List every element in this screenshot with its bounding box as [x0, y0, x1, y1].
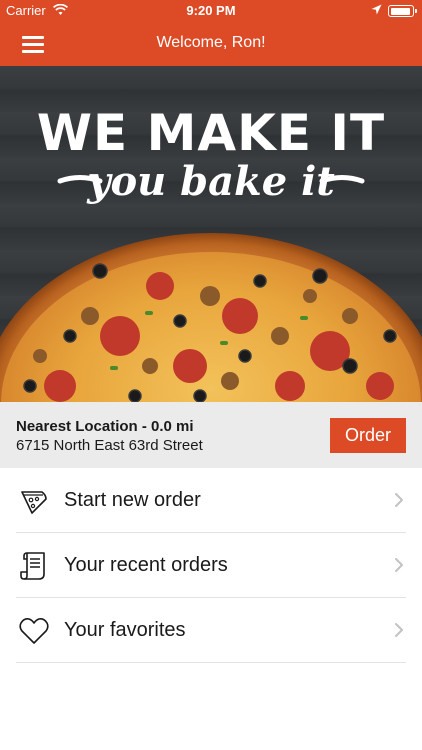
battery-icon: [388, 5, 417, 17]
nav-title: Welcome, Ron!: [156, 34, 266, 51]
pizza-slice-icon: [21, 491, 47, 514]
location-address: 6715 North East 63rd Street: [16, 437, 203, 454]
status-time: 9:20 PM: [186, 3, 236, 18]
nav-bar: Welcome, Ron!: [0, 22, 422, 66]
chevron-right-icon: [395, 493, 403, 507]
menu-item-label: Your recent orders: [64, 554, 228, 576]
nearest-location: Nearest Location - 0.0 mi 6715 North Eas…: [0, 402, 422, 468]
menu-item-start-new-order[interactable]: Start new order: [16, 468, 406, 533]
hero-tagline: you bake it: [87, 158, 335, 205]
location-arrow-icon: [371, 4, 382, 15]
status-bar: Carrier 9:20 PM: [0, 0, 422, 22]
hero-banner: WE MAKE IT you bake it: [0, 66, 422, 402]
order-button[interactable]: Order: [330, 418, 406, 453]
heart-icon: [19, 618, 49, 644]
receipt-icon: [20, 552, 45, 580]
menu-item-label: Start new order: [64, 489, 201, 511]
location-title: Nearest Location - 0.0 mi: [16, 418, 194, 435]
chevron-right-icon: [395, 558, 403, 572]
menu-item-favorites[interactable]: Your favorites: [16, 598, 406, 663]
hero-headline: WE MAKE IT: [36, 104, 386, 162]
menu-list: Start new order Your recent orders Your …: [0, 468, 422, 663]
menu-item-recent-orders[interactable]: Your recent orders: [16, 533, 406, 598]
menu-item-label: Your favorites: [64, 619, 186, 641]
chevron-right-icon: [395, 623, 403, 637]
